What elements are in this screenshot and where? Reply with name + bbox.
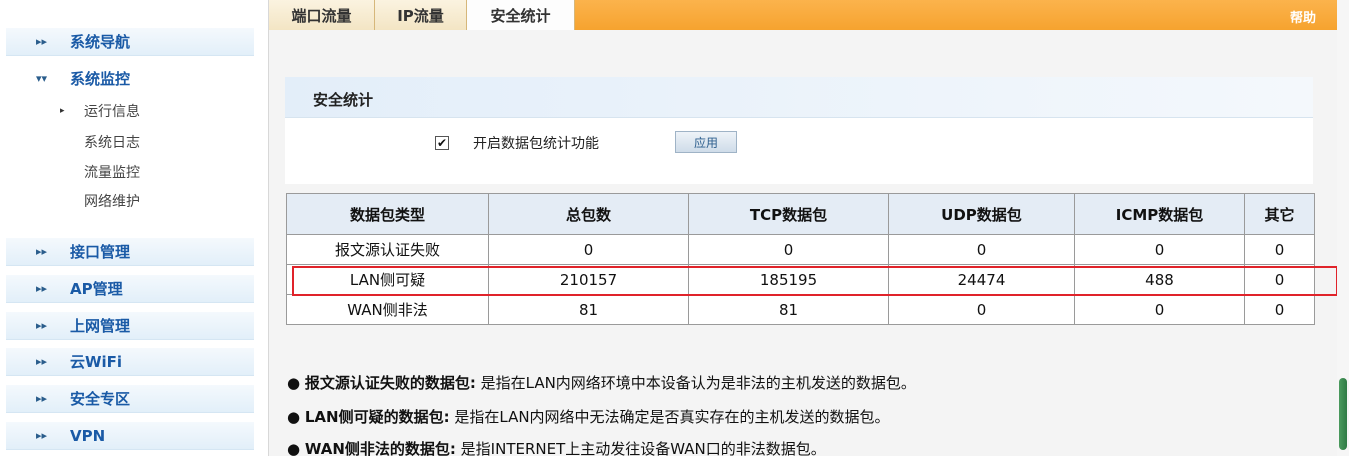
sidebar-item-system-nav[interactable]: ▸▸ 系统导航 [6,28,254,56]
sidebar-subitem-traffic-monitor[interactable]: 流量监控 [84,161,140,183]
table-cell: 488 [1074,264,1245,295]
sidebar-item-cloud-wifi[interactable]: ▸▸ 云WiFi [6,348,254,376]
note-term: 报文源认证失败的数据包: [304,374,476,392]
table-cell: 0 [1074,294,1245,325]
table-header-row: 数据包类型 总包数 TCP数据包 UDP数据包 ICMP数据包 其它 [286,193,1315,235]
column-header: 其它 [1244,193,1315,235]
sidebar-item-label: 接口管理 [70,243,131,261]
sidebar-item-label: 安全专区 [70,390,131,408]
sidebar: ▸▸ 系统导航 ▾▾ 系统监控 ▸ 运行信息 系统日志 流量监控 网络维护 ▸▸… [0,0,268,456]
chevron-right-icon: ▸ [60,106,65,116]
bullet-icon: ● [287,440,305,458]
note-term: LAN侧可疑的数据包: [304,408,450,426]
table-cell: 81 [688,294,889,325]
sidebar-item-label: 上网管理 [70,317,131,335]
sidebar-subitem-label: 网络维护 [84,194,140,210]
sidebar-item-label: AP管理 [70,280,123,298]
table-cell: 0 [888,234,1075,265]
note-auth-failed: ● 报文源认证失败的数据包: 是指在LAN内网络环境中本设备认为是非法的主机发送… [287,372,916,393]
sidebar-item-label: 云WiFi [70,353,123,371]
column-header: TCP数据包 [688,193,889,235]
sidebar-subitem-system-log[interactable]: 系统日志 [84,131,140,153]
stats-table: 数据包类型 总包数 TCP数据包 UDP数据包 ICMP数据包 其它 报文源认证… [286,193,1315,325]
table-cell: 0 [488,234,689,265]
tab-label: 安全统计 [490,6,551,25]
sidebar-item-label: 系统监控 [70,69,131,88]
column-header: 总包数 [488,193,689,235]
sidebar-subitem-label: 系统日志 [84,135,140,151]
table-cell: 0 [1244,294,1315,325]
table-cell: 0 [1074,234,1245,265]
table-cell: 0 [888,294,1075,325]
bullet-icon: ● [287,408,305,426]
column-header: ICMP数据包 [1074,193,1245,235]
table-cell: 185195 [688,264,889,295]
sidebar-item-internet-management[interactable]: ▸▸ 上网管理 [6,312,254,340]
chevron-right-icon: ▸▸ [36,392,48,405]
tab-label: 端口流量 [291,6,352,25]
section-title: 安全统计 [313,91,374,109]
note-lan-suspicious: ● LAN侧可疑的数据包: 是指在LAN内网络中无法确定是否真实存在的主机发送的… [287,406,890,427]
bullet-icon: ● [287,374,305,392]
help-link[interactable]: 帮助 [1290,7,1316,26]
note-desc: 是指在LAN内网络环境中本设备认为是非法的主机发送的数据包。 [475,374,916,392]
column-header: 数据包类型 [286,193,489,235]
sidebar-item-system-monitor[interactable]: ▾▾ 系统监控 [6,64,254,92]
chevron-down-icon: ▾▾ [36,71,48,85]
table-cell: 81 [488,294,689,325]
sidebar-item-label: 系统导航 [70,33,131,51]
tab-port-traffic[interactable]: 端口流量 [269,0,375,30]
sidebar-subitem-label: 运行信息 [84,104,140,120]
sidebar-item-interface-management[interactable]: ▸▸ 接口管理 [6,238,254,266]
table-cell: 0 [688,234,889,265]
tab-security-stats[interactable]: 安全统计 [467,0,575,30]
enable-stats-label: 开启数据包统计功能 [473,136,599,152]
scrollbar[interactable] [1337,0,1349,456]
chevron-right-icon: ▸▸ [36,319,48,332]
table-cell: 0 [1244,264,1315,295]
option-row: ✔ 开启数据包统计功能 应用 [285,118,1313,184]
sidebar-item-ap-management[interactable]: ▸▸ AP管理 [6,275,254,303]
tab-bar: 端口流量 IP流量 安全统计 帮助 [269,0,1338,30]
table-row: WAN侧非法 81 81 0 0 0 [286,294,1315,325]
table-row: LAN侧可疑 210157 185195 24474 488 0 [286,264,1315,295]
note-term: WAN侧非法的数据包: [304,440,456,458]
section-header: 安全统计 [285,77,1313,118]
enable-stats-checkbox[interactable]: ✔ [435,136,449,150]
chevron-right-icon: ▸▸ [36,282,48,295]
sidebar-item-vpn[interactable]: ▸▸ VPN [6,422,254,450]
table-cell: 0 [1244,234,1315,265]
main-content: 端口流量 IP流量 安全统计 帮助 安全统计 ✔ 开启数据包统计功能 应用 数据… [268,0,1338,458]
sidebar-subitem-label: 流量监控 [84,165,140,181]
table-cell: 报文源认证失败 [286,234,489,265]
tab-label: IP流量 [397,6,444,25]
tab-ip-traffic[interactable]: IP流量 [375,0,467,30]
chevron-right-icon: ▸▸ [36,429,48,442]
table-row: 报文源认证失败 0 0 0 0 0 [286,234,1315,265]
sidebar-subitem-run-info[interactable]: ▸ 运行信息 [60,100,140,122]
chevron-right-icon: ▸▸ [36,245,48,258]
table-cell: 210157 [488,264,689,295]
chevron-right-icon: ▸▸ [36,355,48,368]
sidebar-item-label: VPN [70,426,106,445]
column-header: UDP数据包 [888,193,1075,235]
scroll-thumb[interactable] [1339,378,1347,450]
note-desc: 是指在LAN内网络中无法确定是否真实存在的主机发送的数据包。 [449,408,890,426]
sidebar-item-security-zone[interactable]: ▸▸ 安全专区 [6,385,254,413]
table-cell: 24474 [888,264,1075,295]
chevron-right-icon: ▸▸ [36,35,48,48]
sidebar-subitem-network-maintenance[interactable]: 网络维护 [84,190,140,212]
apply-button[interactable]: 应用 [675,131,737,153]
note-desc: 是指INTERNET上主动发往设备WAN口的非法数据包。 [455,440,826,458]
table-cell: WAN侧非法 [286,294,489,325]
table-cell: LAN侧可疑 [286,264,489,295]
